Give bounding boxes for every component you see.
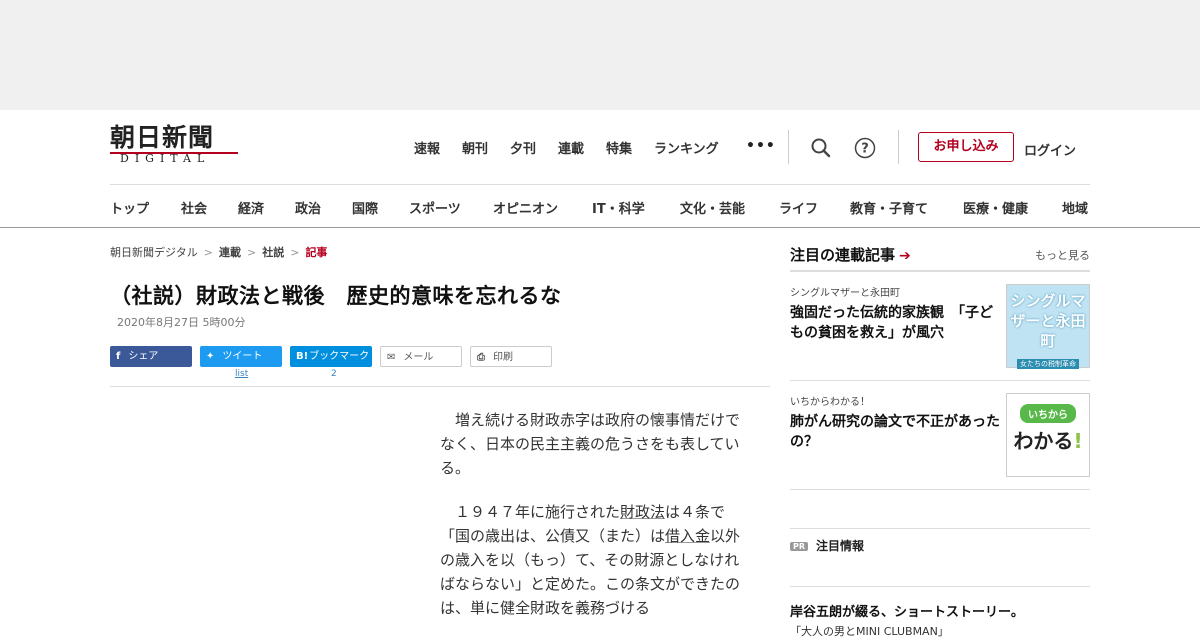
card-title[interactable]: 強固だった伝統的家族観 「子どもの貧困を救え」が風穴 [790,303,1000,343]
thumb-subtitle: 女たちの税制革命 [1017,359,1079,369]
term-link[interactable]: 借入金 [665,527,710,545]
paragraph: １９４７年に施行された財政法は４条で「国の歳出は、公債又（また）は借入金以外の歳… [440,500,752,620]
breadcrumb-current: 記事 [305,246,328,259]
thumb-main-text: わかる [1013,429,1074,453]
divider [790,270,1090,272]
category-item[interactable]: 地域 [1062,198,1088,217]
thumb-title: シングルマザーと永田町 [1010,292,1086,350]
card-thumbnail[interactable]: いちから わかる! [1006,393,1090,477]
twitter-count[interactable]: list [235,369,248,379]
mail-icon: ✉ [387,352,396,363]
asahi-digital-logo[interactable]: 朝日新聞 DIGITAL [110,124,242,170]
divider [110,184,1090,185]
category-item[interactable]: 社会 [181,198,207,217]
article-body: 増え続ける財政赤字は政府の懐事情だけでなく、日本の民主主義の危うさをも表している… [440,408,752,640]
thumb-main: わかる! [1007,425,1089,454]
category-item[interactable]: IT・科学 [592,198,645,217]
card-title[interactable]: 肺がん研究の論文で不正があったの？ [790,412,1000,452]
share-label: 印刷 [493,352,513,363]
divider [790,528,1090,529]
print-button[interactable]: ⎙ 印刷 [470,346,552,367]
divider [790,380,1090,381]
category-item[interactable]: 文化・芸能 [680,198,745,217]
pr-heading-text: 注目情報 [816,539,865,553]
divider [110,386,770,387]
twitter-share-button[interactable]: ✦ ツイート [200,346,282,367]
divider [898,130,899,164]
pr-heading: PR 注目情報 [790,537,864,554]
divider [790,489,1090,490]
sidebar-heading: 注目の連載記事 ➔ もっと見る [790,244,1090,265]
more-link[interactable]: もっと見る [1035,247,1090,263]
nav-item[interactable]: ランキング [654,138,719,157]
sidebar-card[interactable]: シングルマザーと永田町 強固だった伝統的家族観 「子どもの貧困を救え」が風穴 シ… [790,284,1090,369]
thumb-badge: いちから [1020,404,1076,423]
arrow-right-icon: ➔ [899,248,911,264]
divider [790,586,1090,587]
text: １９４７年に施行された [455,503,621,521]
login-link[interactable]: ログイン [1024,140,1076,159]
breadcrumb-item[interactable]: 朝日新聞デジタル [110,246,198,259]
paragraph: 増え続ける財政赤字は政府の懐事情だけでなく、日本の民主主義の危うさをも表している… [440,411,741,477]
nav-item[interactable]: 夕刊 [510,138,536,157]
category-item[interactable]: トップ [110,198,149,217]
share-label: ツイート [222,351,263,362]
nav-item[interactable]: 特集 [606,138,632,157]
article-title: （社説）財政法と戦後 歴史的意味を忘れるな [110,284,562,308]
logo-subtext: DIGITAL [120,152,211,165]
category-item[interactable]: 国際 [352,198,378,217]
category-item[interactable]: 教育・子育て [850,198,928,217]
breadcrumb: 朝日新聞デジタル > 連載 > 社説 > 記事 [110,246,328,259]
nav-item[interactable]: 朝刊 [462,138,488,157]
category-item[interactable]: オピニオン [493,198,558,217]
pr-subtitle[interactable]: 「大人の男とMINI CLUBMAN」 [790,623,949,639]
help-icon[interactable]: ? [854,137,876,163]
pr-badge: PR [790,542,809,551]
category-item[interactable]: 経済 [238,198,264,217]
svg-text:?: ? [861,142,869,157]
mail-share-button[interactable]: ✉ メール [380,346,462,367]
sidebar-title[interactable]: 注目の連載記事 [790,246,895,264]
thumb-mark: ! [1073,429,1083,453]
share-label: ブックマーク [309,351,370,362]
logo-underline [110,152,238,154]
hatena-count[interactable]: 2 [331,369,337,379]
pr-title[interactable]: 岸谷五朗が綴る、ショートストーリー。 [790,601,1024,620]
sidebar-card[interactable]: いちからわかる！ 肺がん研究の論文で不正があったの？ いちから わかる! [790,393,1090,477]
logo-text: 朝日新聞 [110,123,215,152]
category-item[interactable]: スポーツ [409,198,461,217]
term-link[interactable]: 財政法 [620,503,665,521]
hatena-icon: B! [296,351,309,362]
category-item[interactable]: ライフ [779,198,818,217]
article-date: 2020年8月27日 5時00分 [117,316,246,329]
divider [0,227,1200,228]
more-menu-button[interactable]: ••• [746,138,776,154]
breadcrumb-item[interactable]: 社説 [262,246,284,259]
hatena-bookmark-button[interactable]: B!ブックマーク [290,346,372,367]
category-item[interactable]: 医療・健康 [963,198,1028,217]
nav-item[interactable]: 連載 [558,138,584,157]
signup-button[interactable]: お申し込み [918,132,1014,162]
facebook-share-button[interactable]: f シェア [110,346,192,367]
breadcrumb-item[interactable]: 連載 [219,246,241,259]
print-icon: ⎙ [477,352,485,363]
card-thumbnail[interactable]: シングルマザーと永田町 女たちの税制革命 [1006,284,1090,369]
search-icon[interactable] [810,137,832,163]
share-label: シェア [128,351,159,362]
twitter-icon: ✦ [206,351,215,362]
nav-item[interactable]: 速報 [414,138,440,157]
divider [788,130,789,164]
category-item[interactable]: 政治 [295,198,321,217]
ad-banner-area [0,0,1200,110]
facebook-icon: f [116,351,121,362]
share-label: メール [403,352,434,363]
